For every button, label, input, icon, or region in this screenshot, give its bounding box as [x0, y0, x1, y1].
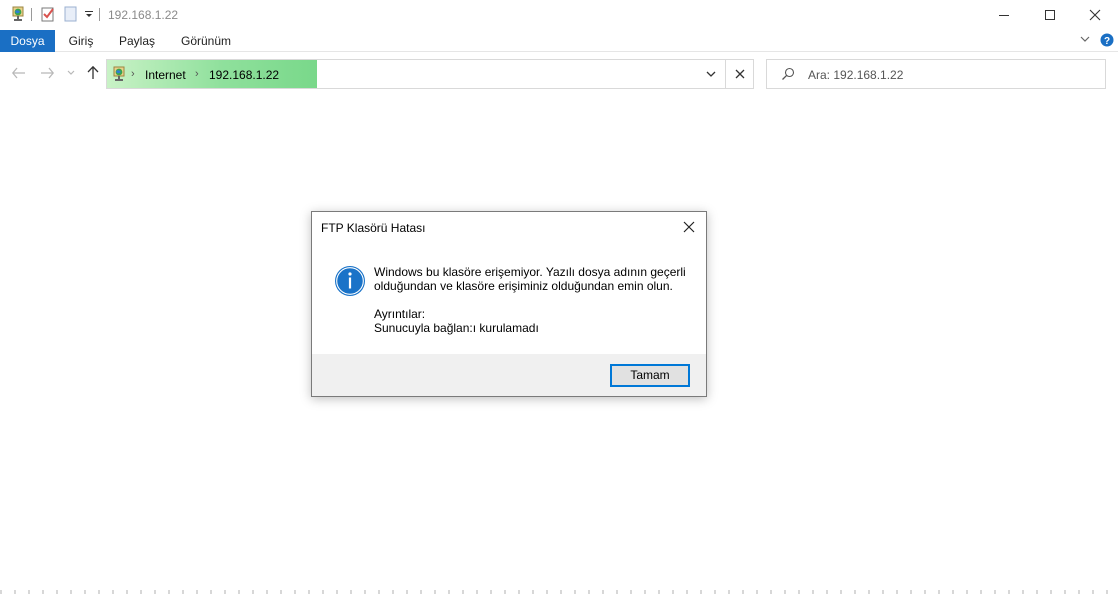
customize-quick-access-icon[interactable]: [84, 6, 100, 22]
status-bar-edge: [0, 590, 1118, 594]
dialog-close-button[interactable]: [678, 217, 700, 237]
close-icon: [1089, 9, 1101, 21]
up-arrow-icon[interactable]: [84, 64, 102, 82]
breadcrumb-chevron-icon[interactable]: ›: [195, 68, 199, 80]
information-icon: [334, 265, 366, 300]
tab-dosya[interactable]: Dosya: [0, 30, 55, 52]
tab-gorunum[interactable]: Görünüm: [172, 30, 240, 52]
tab-giris[interactable]: Giriş: [60, 30, 102, 52]
close-icon: [683, 221, 695, 233]
address-bar[interactable]: › Internet › 192.168.1.22: [106, 59, 754, 89]
close-icon: [735, 69, 745, 79]
properties-icon[interactable]: [40, 6, 56, 22]
maximize-icon: [1045, 10, 1055, 20]
search-icon: [781, 67, 795, 84]
details-text: Sunucuyla bağlan:ı kurulamadı: [374, 321, 539, 335]
dialog-footer: Tamam: [312, 354, 706, 396]
address-dropdown-button[interactable]: [697, 60, 725, 88]
title-separator: [99, 8, 100, 21]
breadcrumb-host[interactable]: 192.168.1.22: [209, 68, 279, 82]
svg-text:?: ?: [1104, 36, 1110, 47]
details-label: Ayrıntılar:: [374, 307, 426, 321]
maximize-button[interactable]: [1027, 0, 1073, 30]
dialog-title: FTP Klasörü Hatası: [321, 221, 426, 235]
dialog-message: Windows bu klasöre erişemiyor. Yazılı do…: [374, 265, 686, 293]
new-folder-icon[interactable]: [63, 6, 79, 22]
ribbon-tabs: Dosya Giriş Paylaş Görünüm ?: [0, 30, 1118, 52]
close-button[interactable]: [1072, 0, 1118, 30]
title-bar: 192.168.1.22: [0, 0, 1118, 30]
network-globe-icon[interactable]: [10, 6, 26, 22]
navigation-bar: › Internet › 192.168.1.22 Ara: 192.168.1…: [0, 52, 1118, 94]
quick-access-separator: [31, 8, 32, 21]
recent-locations-icon[interactable]: [64, 64, 78, 82]
search-input[interactable]: Ara: 192.168.1.22: [808, 68, 903, 82]
ftp-error-dialog: FTP Klasörü Hatası Windows bu klasöre er…: [311, 211, 707, 397]
expand-ribbon-icon[interactable]: [1079, 33, 1091, 50]
dialog-body: Windows bu klasöre erişemiyor. Yazılı do…: [312, 242, 706, 354]
stop-loading-button[interactable]: [725, 60, 754, 88]
ok-button[interactable]: Tamam: [610, 364, 690, 387]
dialog-details: Ayrıntılar: Sunucuyla bağlan:ı kurulamad…: [374, 307, 539, 335]
back-arrow-icon[interactable]: [10, 64, 28, 82]
chevron-down-icon: [706, 71, 716, 77]
minimize-button[interactable]: [981, 0, 1027, 30]
minimize-icon: [999, 15, 1009, 16]
breadcrumb-chevron-icon[interactable]: ›: [131, 68, 135, 80]
breadcrumb-internet[interactable]: Internet: [145, 68, 186, 82]
forward-arrow-icon[interactable]: [38, 64, 56, 82]
tab-paylas[interactable]: Paylaş: [112, 30, 162, 52]
network-location-icon: [111, 66, 127, 85]
window-title: 192.168.1.22: [108, 8, 179, 22]
search-box[interactable]: Ara: 192.168.1.22: [766, 59, 1106, 89]
help-icon[interactable]: ?: [1100, 33, 1114, 50]
